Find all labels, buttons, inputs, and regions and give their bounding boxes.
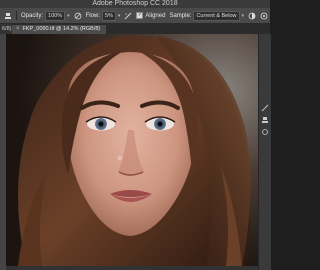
document-tab-title: FKP_0090.tif @ 14.2% (RGB/8) — [22, 26, 101, 32]
flow-label: Flow: — [85, 12, 100, 19]
properties-icon[interactable] — [261, 128, 269, 136]
ignore-adjustment-layers-toggle[interactable] — [248, 12, 256, 20]
sample-label: Sample: — [169, 12, 192, 19]
options-divider — [16, 11, 17, 20]
sample-select[interactable]: Current & Below — [193, 10, 240, 21]
clone-stamp-tool-icon — [4, 12, 12, 20]
sample-control: Sample: Current & Below ▾ — [169, 10, 245, 21]
right-panel-dock — [258, 34, 271, 270]
aligned-option[interactable]: ✓ Aligned — [136, 12, 165, 19]
chevron-down-icon[interactable]: ▾ — [118, 13, 121, 19]
opacity-label: Opacity: — [21, 12, 44, 19]
opacity-control: Opacity: 100% ▾ — [21, 10, 70, 21]
aligned-label: Aligned — [145, 12, 166, 19]
pressure-icon — [74, 12, 82, 20]
opacity-input[interactable]: 100% — [45, 10, 66, 21]
clone-source-icon[interactable] — [261, 116, 269, 124]
brush-settings-icon[interactable] — [261, 104, 269, 112]
document-tab-bar: 6/8) × × FKP_0090.tif @ 14.2% (RGB/8) — [0, 24, 270, 42]
adjustment-layer-icon — [248, 12, 256, 20]
window-title: Adobe Photoshop CC 2018 — [92, 0, 178, 7]
airbrush-toggle[interactable] — [124, 12, 132, 20]
aligned-checkbox[interactable]: ✓ — [136, 12, 144, 19]
close-icon[interactable]: × — [16, 25, 20, 34]
airbrush-icon — [124, 12, 132, 20]
tool-options-bar: Opacity: 100% ▾ Flow: 5% ▾ ✓ Aligned Sam… — [0, 8, 270, 24]
chevron-down-icon[interactable]: ▾ — [67, 13, 70, 19]
chevron-down-icon[interactable]: ▾ — [242, 13, 245, 19]
portrait-image — [6, 34, 258, 266]
pressure-opacity-toggle[interactable] — [74, 12, 82, 20]
pressure-size-icon — [260, 12, 268, 20]
pressure-size-toggle[interactable] — [260, 12, 268, 20]
flow-control: Flow: 5% ▾ — [85, 10, 121, 21]
previous-document-tab[interactable]: 6/8) × — [0, 24, 12, 42]
window-title-bar: Adobe Photoshop CC 2018 — [0, 0, 270, 8]
status-bar — [6, 266, 258, 270]
flow-input[interactable]: 5% — [101, 10, 116, 21]
image-canvas[interactable] — [6, 34, 258, 266]
tab-active-document[interactable]: × FKP_0090.tif @ 14.2% (RGB/8) — [12, 25, 107, 34]
tool-preset-picker[interactable] — [4, 12, 12, 20]
